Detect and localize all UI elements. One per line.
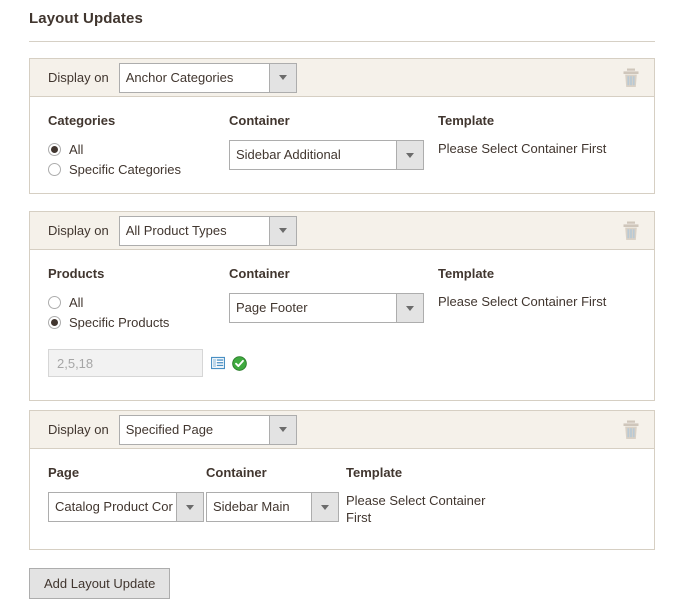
page-column: Page Catalog Product Cor <box>48 465 206 522</box>
chevron-down-icon <box>279 427 287 432</box>
products-column: Products All Specific Products <box>48 266 229 333</box>
container-column-3: Container Sidebar Main <box>206 465 346 522</box>
display-on-select-2[interactable]: All Product Types <box>119 216 297 246</box>
display-on-value-3: Specified Page <box>119 415 269 445</box>
container-value-2: Page Footer <box>229 293 396 323</box>
card-body-2: Products All Specific Products Container… <box>30 250 654 400</box>
success-check-icon <box>232 356 247 371</box>
card-header-2: Display on All Product Types <box>30 212 654 250</box>
chevron-down-icon <box>186 505 194 510</box>
container-caret-1[interactable] <box>396 140 424 170</box>
container-select-3[interactable]: Sidebar Main <box>206 492 339 522</box>
chevron-down-icon <box>279 75 287 80</box>
template-column-3: Template Please Select Container First <box>346 465 636 526</box>
trash-icon <box>622 221 640 241</box>
layout-update-card-3: Display on Specified Page Page <box>29 410 655 550</box>
layout-update-card-1: Display on Anchor Categories Catego <box>29 58 655 194</box>
template-column-2: Template Please Select Container First <box>438 266 636 310</box>
container-caret-2[interactable] <box>396 293 424 323</box>
display-on-caret-1[interactable] <box>269 63 297 93</box>
container-select-2[interactable]: Page Footer <box>229 293 424 323</box>
page-column-title: Page <box>48 465 206 480</box>
layout-update-card-2: Display on All Product Types Produc <box>29 211 655 401</box>
display-on-label-3: Display on <box>48 422 109 437</box>
chevron-down-icon <box>406 306 414 311</box>
template-note-2: Please Select Container First <box>438 293 636 310</box>
display-on-select-1[interactable]: Anchor Categories <box>119 63 297 93</box>
layout-updates-panel: Layout Updates Display on Anchor Categor… <box>0 0 684 611</box>
container-column-1: Container Sidebar Additional <box>229 113 438 170</box>
chevron-down-icon <box>321 505 329 510</box>
chooser-icon[interactable] <box>211 356 225 370</box>
delete-layout-update-button-3[interactable] <box>622 420 640 440</box>
display-on-select-3[interactable]: Specified Page <box>119 415 297 445</box>
trash-icon <box>622 420 640 440</box>
container-column-title-1: Container <box>229 113 438 128</box>
add-layout-update-button[interactable]: Add Layout Update <box>29 568 170 599</box>
container-select-1[interactable]: Sidebar Additional <box>229 140 424 170</box>
products-column-title: Products <box>48 266 229 281</box>
categories-column: Categories All Specific Categories <box>48 113 229 180</box>
container-column-2: Container Page Footer <box>229 266 438 323</box>
container-column-title-2: Container <box>229 266 438 281</box>
display-on-caret-2[interactable] <box>269 216 297 246</box>
product-ids-input[interactable] <box>48 349 203 377</box>
radio-all-label-2: All <box>69 295 83 310</box>
display-on-value-1: Anchor Categories <box>119 63 269 93</box>
template-column-title-3: Template <box>346 465 636 480</box>
container-column-title-3: Container <box>206 465 346 480</box>
chevron-down-icon <box>406 153 414 158</box>
card-body-1: Categories All Specific Categories Conta… <box>30 97 654 193</box>
container-value-1: Sidebar Additional <box>229 140 396 170</box>
radio-specific-products[interactable] <box>48 316 61 329</box>
display-on-label-1: Display on <box>48 70 109 85</box>
card-columns-3: Page Catalog Product Cor Container Sideb… <box>48 465 636 526</box>
page-select[interactable]: Catalog Product Cor <box>48 492 204 522</box>
page-title: Layout Updates <box>29 10 143 27</box>
radio-option-all-1[interactable]: All <box>48 140 229 158</box>
radio-specific-label-2: Specific Products <box>69 315 169 330</box>
display-on-value-2: All Product Types <box>119 216 269 246</box>
display-on-label-2: Display on <box>48 223 109 238</box>
card-columns-2: Products All Specific Products Container… <box>48 266 636 333</box>
template-column-title-1: Template <box>438 113 636 128</box>
categories-column-title: Categories <box>48 113 229 128</box>
template-note-3: Please Select Container First <box>346 492 506 526</box>
card-columns-1: Categories All Specific Categories Conta… <box>48 113 636 180</box>
page-caret[interactable] <box>176 492 204 522</box>
radio-all-2[interactable] <box>48 296 61 309</box>
template-note-1: Please Select Container First <box>438 140 636 157</box>
card-header-3: Display on Specified Page <box>30 411 654 449</box>
radio-option-specific-2[interactable]: Specific Products <box>48 313 229 331</box>
radio-all-1[interactable] <box>48 143 61 156</box>
container-value-3: Sidebar Main <box>206 492 311 522</box>
card-header-1: Display on Anchor Categories <box>30 59 654 97</box>
delete-layout-update-button-2[interactable] <box>622 221 640 241</box>
product-ids-row <box>48 349 636 377</box>
radio-specific-label-1: Specific Categories <box>69 162 181 177</box>
radio-option-specific-1[interactable]: Specific Categories <box>48 160 229 178</box>
display-on-caret-3[interactable] <box>269 415 297 445</box>
title-divider <box>29 41 655 42</box>
chevron-down-icon <box>279 228 287 233</box>
container-caret-3[interactable] <box>311 492 339 522</box>
radio-specific-categories[interactable] <box>48 163 61 176</box>
radio-option-all-2[interactable]: All <box>48 293 229 311</box>
template-column-title-2: Template <box>438 266 636 281</box>
card-body-3: Page Catalog Product Cor Container Sideb… <box>30 449 654 549</box>
trash-icon <box>622 68 640 88</box>
radio-all-label-1: All <box>69 142 83 157</box>
template-column-1: Template Please Select Container First <box>438 113 636 157</box>
delete-layout-update-button-1[interactable] <box>622 68 640 88</box>
page-value: Catalog Product Cor <box>48 492 176 522</box>
